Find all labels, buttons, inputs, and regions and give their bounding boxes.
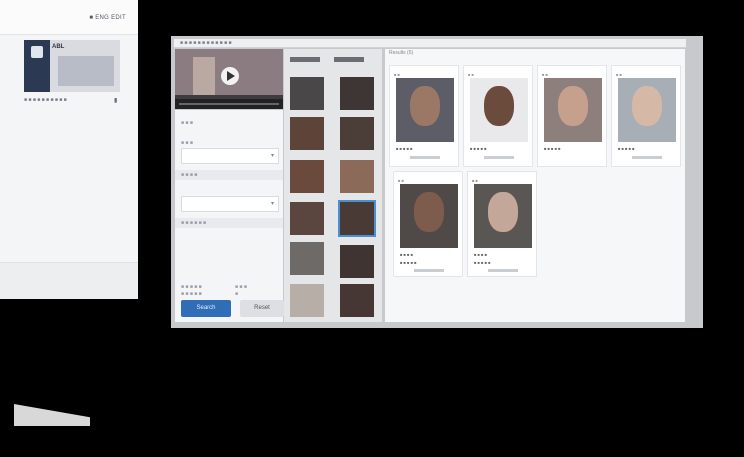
video-preview[interactable] [175,49,283,109]
face-photo [470,78,528,142]
results-title: Results (6) [389,50,414,56]
reset-button[interactable]: Reset [240,300,284,317]
card-match: ■ ■ ■ ■ ■ [396,146,413,151]
face-photo [618,78,676,142]
left-thumbnail-a[interactable] [24,40,50,92]
form-section-1-label: ■ ■ ■ ■ [181,172,198,178]
face-thumb-selected[interactable] [338,200,376,237]
face-shape [410,86,440,126]
left-header-text: ■ ENG EDIT [89,15,126,21]
result-card[interactable]: ■ ■ ■ ■ ■ ■ ■ ■ ■ ■ ■ [467,171,537,277]
card-match: ■ ■ ■ ■ ■ [618,146,635,151]
result-card[interactable]: ■ ■ ■ ■ ■ ■ ■ [463,65,533,167]
card-action[interactable] [410,156,440,159]
left-thumbnail-b[interactable]: ABL [50,40,120,92]
card-name: ■ ■ ■ ■ [400,252,413,257]
left-header: ■ ENG EDIT [0,0,138,35]
left-caption: ■ ■ ■ ■ ■ ■ ■ ■ ■ ■ [24,97,67,103]
face-photo [396,78,454,142]
face-thumb[interactable] [340,117,374,150]
result-card[interactable]: ■ ■ ■ ■ ■ ■ ■ [611,65,681,167]
face-thumb[interactable] [290,77,324,110]
face-thumbnail-strip [284,49,382,322]
thumbnail-graphic [58,56,114,86]
face-thumb[interactable] [290,202,324,235]
form-section-2: ■ ■ ■ ■ ■ ■ [175,218,283,228]
filter-form: ■ ■ ■ ■ ■ ■ ▾ ■ ■ ■ ■ ▾ ■ ■ ■ ■ ■ ■ ■ ■ … [175,110,283,322]
strip-tab-1[interactable] [290,57,320,62]
face-thumb[interactable] [290,117,324,150]
result-card[interactable]: ■ ■ ■ ■ ■ ■ ■ ■ ■ ■ ■ [393,171,463,277]
face-photo [544,78,602,142]
chevron-down-icon: ▾ [270,201,274,207]
stat-label-2: ■ ■ ■ ■ ■ [181,291,202,297]
card-match: ■ ■ ■ ■ ■ [400,260,417,265]
face-shape [632,86,662,126]
card-action[interactable] [488,269,518,272]
left-bottom-bar [0,262,138,299]
strip-tab-2[interactable] [334,57,364,62]
filter-field-2[interactable]: ▾ [181,196,279,212]
face-photo [400,184,458,248]
face-thumb[interactable] [340,77,374,110]
card-tag: ■ ■ [398,178,404,183]
face-thumb[interactable] [340,160,374,193]
face-shape [558,86,588,126]
form-label-1: ■ ■ ■ [181,120,193,126]
face-thumb[interactable] [290,160,324,193]
face-thumb[interactable] [340,284,374,317]
card-tag: ■ ■ [616,72,622,77]
form-section-1: ■ ■ ■ ■ [175,170,283,180]
face-shape [488,192,518,232]
card-tag: ■ ■ [472,178,478,183]
face-shape [414,192,444,232]
card-name: ■ ■ ■ ■ [474,252,487,257]
card-action[interactable] [632,156,662,159]
app-title: ■ ■ ■ ■ ■ ■ ■ ■ ■ ■ ■ ■ [180,40,232,46]
video-subject [193,57,215,95]
chevron-down-icon: ▾ [270,153,274,159]
device-stand [14,404,90,426]
face-photo [474,184,532,248]
stat-value-2: ■ [235,291,239,297]
video-progress[interactable] [179,103,279,105]
card-tag: ■ ■ [394,72,400,77]
card-match: ■ ■ ■ ■ ■ [470,146,487,151]
play-icon [227,71,235,81]
left-device-panel: ■ ENG EDIT ABL ■ ■ ■ ■ ■ ■ ■ ■ ■ ■ ▮ [0,0,138,299]
card-match: ■ ■ ■ ■ ■ [474,260,491,265]
face-thumb[interactable] [290,242,324,275]
card-action[interactable] [414,269,444,272]
card-tag: ■ ■ [542,72,548,77]
face-thumb[interactable] [290,284,324,317]
card-tag: ■ ■ [468,72,474,77]
results-panel: Results (6) ■ ■ ■ ■ ■ ■ ■ ■ ■ ■ ■ ■ ■ ■ … [385,49,685,322]
app-titlebar: ■ ■ ■ ■ ■ ■ ■ ■ ■ ■ ■ ■ [174,39,686,48]
face-thumb[interactable] [340,245,374,278]
result-card[interactable]: ■ ■ ■ ■ ■ ■ ■ [537,65,607,167]
search-button[interactable]: Search [181,300,231,317]
filter-field-1[interactable]: ▾ [181,148,279,164]
card-action[interactable] [484,156,514,159]
thumbnail-tag: ABL [52,44,65,50]
stat-value-1: ■ ■ ■ [235,284,247,290]
gear-icon [31,46,43,58]
result-card[interactable]: ■ ■ ■ ■ ■ ■ ■ [389,65,459,167]
card-match: ■ ■ ■ ■ ■ [544,146,561,151]
form-label-2: ■ ■ ■ [181,140,193,146]
bookmark-icon[interactable]: ▮ [114,97,117,104]
form-section-2-label: ■ ■ ■ ■ ■ ■ [181,220,207,226]
face-shape [484,86,514,126]
stat-label-1: ■ ■ ■ ■ ■ [181,284,202,290]
